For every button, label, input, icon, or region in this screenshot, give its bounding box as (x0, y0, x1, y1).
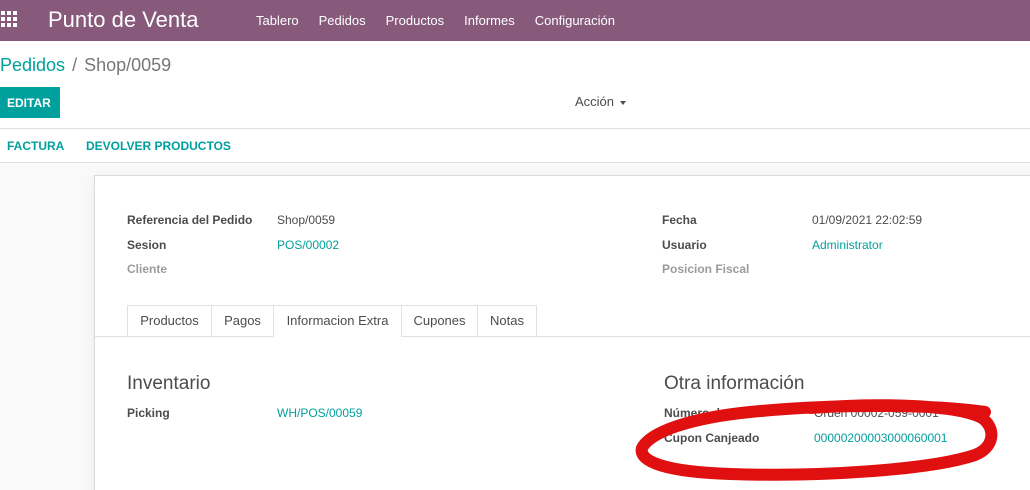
return-products-button[interactable]: DEVOLVER PRODUCTOS (86, 139, 231, 153)
tab-pagos[interactable]: Pagos (211, 305, 274, 337)
tab-informacion-extra[interactable]: Informacion Extra (273, 305, 402, 338)
form-sheet: Referencia del Pedido Shop/0059 Sesion P… (94, 175, 1030, 490)
session-link[interactable]: POS/00002 (277, 238, 339, 252)
main-menu: Tablero Pedidos Productos Informes Confi… (246, 0, 625, 41)
control-panel: Pedidos / Shop/0059 EDITAR Acción (0, 41, 1030, 129)
top-navbar: Punto de Venta Tablero Pedidos Productos… (0, 0, 1030, 41)
coupon-redeemed-label: Cupon Canjeado (664, 431, 760, 445)
menu-item-configuracion[interactable]: Configuración (525, 0, 625, 41)
menu-item-tablero[interactable]: Tablero (246, 0, 309, 41)
tab-cupones[interactable]: Cupones (401, 305, 478, 337)
date-label: Fecha (662, 213, 697, 227)
breadcrumb: Pedidos / Shop/0059 (0, 55, 171, 76)
action-dropdown[interactable]: Acción (575, 94, 627, 109)
other-info-section-title: Otra información (664, 373, 805, 394)
order-reference-label: Referencia del Pedido (127, 213, 253, 227)
picking-link[interactable]: WH/POS/00059 (277, 406, 362, 420)
date-value: 01/09/2021 22:02:59 (812, 213, 923, 227)
fiscal-position-label: Posicion Fiscal (662, 262, 750, 276)
apps-grid-icon[interactable] (1, 11, 17, 27)
breadcrumb-separator: / (72, 55, 78, 75)
receipt-number-label: Número de recibo (664, 406, 767, 420)
breadcrumb-current: Shop/0059 (84, 55, 172, 75)
picking-label: Picking (127, 406, 170, 420)
menu-item-pedidos[interactable]: Pedidos (309, 0, 376, 41)
session-label: Sesion (127, 238, 167, 252)
action-dropdown-label: Acción (575, 94, 615, 109)
user-link[interactable]: Administrator (812, 238, 883, 252)
inventory-section-title: Inventario (127, 373, 211, 394)
app-title: Punto de Venta (48, 7, 199, 32)
status-bar: FACTURA DEVOLVER PRODUCTOS (0, 129, 1030, 163)
tab-productos[interactable]: Productos (127, 305, 212, 337)
order-reference-value: Shop/0059 (277, 213, 336, 227)
tab-notas[interactable]: Notas (477, 305, 537, 337)
invoice-button[interactable]: FACTURA (7, 139, 64, 153)
customer-label: Cliente (127, 262, 168, 276)
caret-down-icon (620, 100, 627, 105)
breadcrumb-pedidos-link[interactable]: Pedidos (0, 55, 65, 75)
menu-item-productos[interactable]: Productos (376, 0, 455, 41)
coupon-redeemed-link[interactable]: 00000200003000060001 (814, 431, 947, 445)
receipt-number-value: Orden 00002-059-0001 (814, 406, 939, 420)
edit-button[interactable]: EDITAR (0, 87, 60, 118)
menu-item-informes[interactable]: Informes (454, 0, 525, 41)
user-label: Usuario (662, 238, 707, 252)
